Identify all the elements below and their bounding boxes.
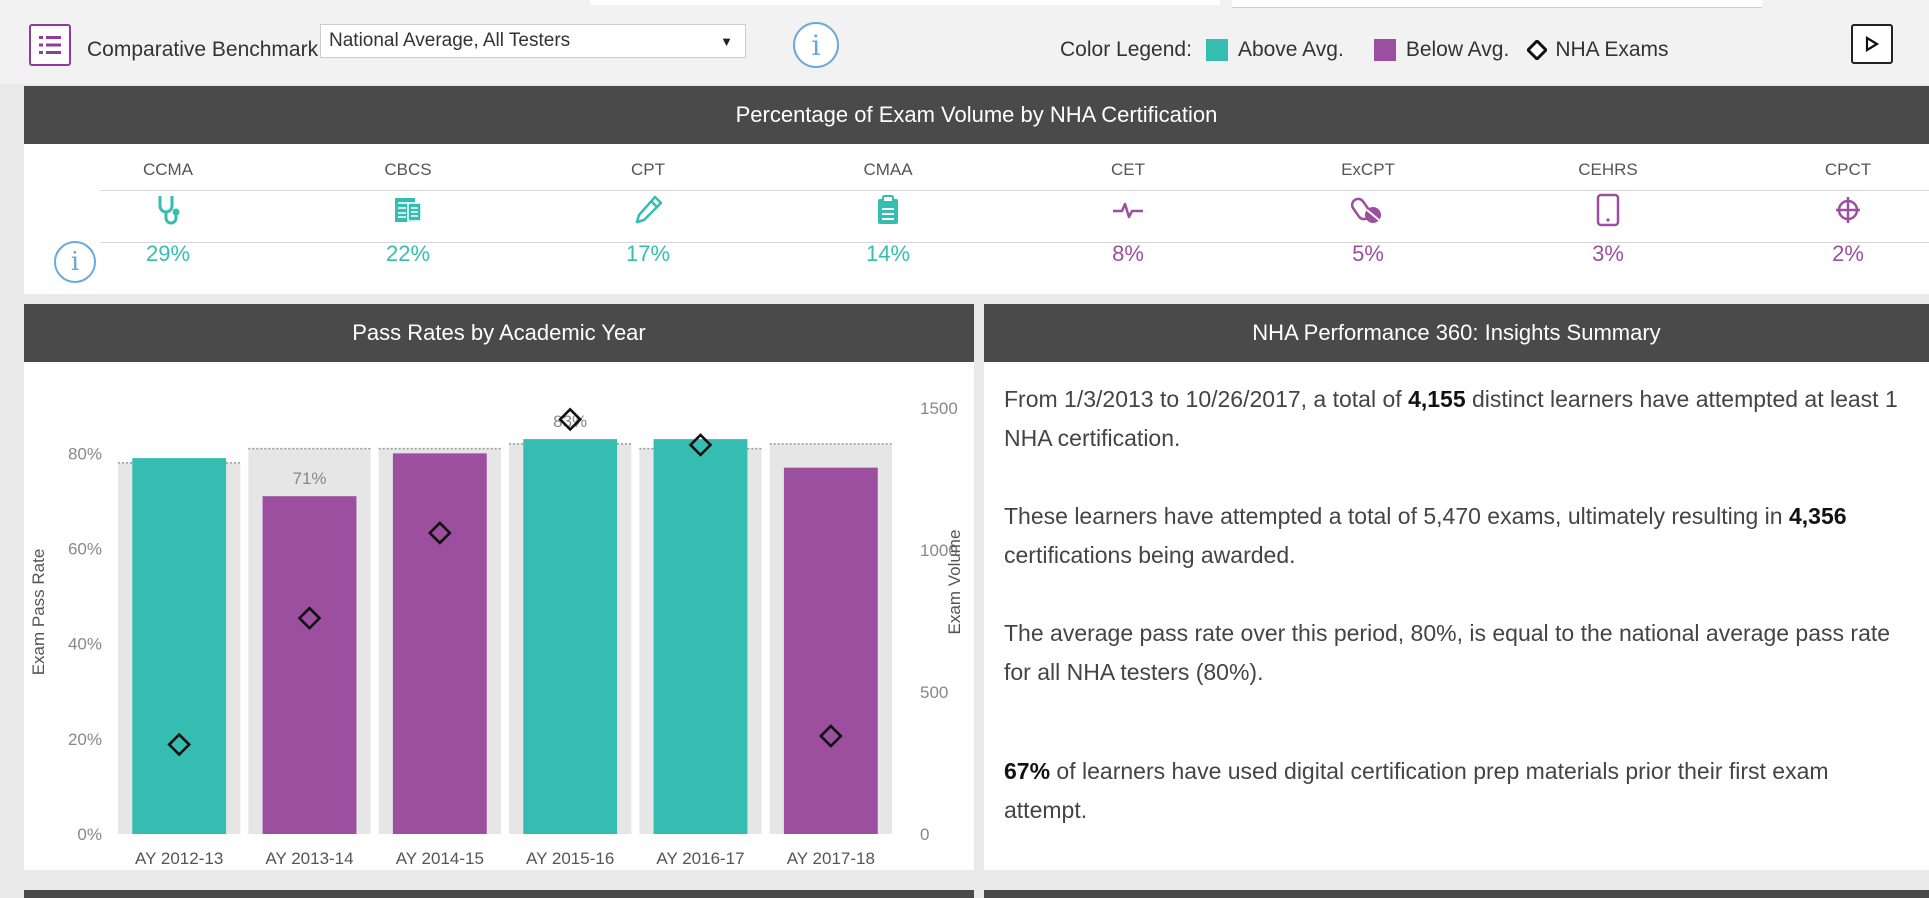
pass-rate-chart: AY 2012-1371%AY 2013-14 AY 2014-1583%AY 2… [29,399,964,868]
legend-swatch-above [1205,39,1228,61]
cert-cmaa[interactable]: CMAA 14% [788,156,988,272]
color-legend: Color Legend: Above Avg. Below Avg. NHA … [1060,38,1669,62]
cert-cpct[interactable]: CPCT 2% [1748,156,1929,272]
diamond-icon [1527,40,1548,60]
heartbeat-icon [1028,184,1228,236]
caret-down-icon: ▼ [720,33,733,49]
tablet-icon [1508,184,1708,236]
cert-name: CET [1111,160,1145,179]
cert-name: CCMA [142,160,194,179]
top-strip-right [1232,0,1762,8]
insight-pass-rate: The average pass rate over this period, … [1004,620,1891,685]
cert-name: ExCPT [1341,160,1395,179]
pass-rate-bar [783,467,878,834]
list-menu-icon [39,36,61,54]
play-button[interactable] [1851,24,1893,64]
y-tick-label: 0% [77,825,102,844]
cert-cehrs[interactable]: CEHRS 3% [1508,156,1708,272]
x-tick-label: AY 2016-17 [656,849,744,868]
benchmark-selected-value: National Average, All Testers [329,30,571,51]
pass-panel: AY 2012-13 71% AY 2013-14 AY 2014-15 83% AY 2… [24,362,974,870]
billing-document-icon [308,184,508,236]
info-icon[interactable]: i [793,22,839,68]
legend-label: Color Legend: [1060,38,1192,61]
cert-percentage: 2% [1832,241,1864,266]
top-strip [590,0,1220,5]
cert-name: CBCS [384,160,432,179]
next-panel-header-right [984,890,1929,898]
legend-exams-label: NHA Exams [1555,38,1669,61]
pass-rate-bar [392,453,487,834]
insights-panel-header: NHA Performance 360: Insights Summary [984,304,1929,362]
benchmark-label: Comparative Benchmark: [87,38,324,61]
pills-icon [1268,184,1468,236]
ekg-leads-icon [1748,184,1929,236]
cert-name: CMAA [863,160,913,179]
menu-button[interactable] [29,24,71,66]
cert-name: CPT [631,160,665,179]
insights-panel: From 1/3/2013 to 10/26/2017, a total of … [984,362,1929,870]
legend-above-label: Above Avg. [1237,38,1344,61]
pass-rate-bar [132,458,227,834]
bar-data-label: 71% [292,469,326,488]
cert-list: CCMA 29% CBCS 22% CPT 17% CMAA 14% CET 8% ExCPT 5% C… [24,144,1929,294]
y-tick-label: 40% [68,635,102,654]
cert-cbcs[interactable]: CBCS 22% [308,156,508,272]
pass-panel-header: Pass Rates by Academic Year [24,304,974,362]
cert-ccma[interactable]: CCMA 29% [68,156,268,272]
x-tick-label: AY 2015-16 [526,849,614,868]
insights-text: From 1/3/2013 to 10/26/2017, a total of … [1004,380,1909,869]
legend-below-label: Below Avg. [1405,38,1510,61]
cert-percentage: 29% [145,241,191,266]
volume-panel-header: Percentage of Exam Volume by NHA Certifi… [24,86,1929,144]
y2-tick-label: 500 [920,683,948,702]
y-tick-label: 20% [68,730,102,749]
next-panel-header-left [24,890,974,898]
y2-axis-label: Exam Volume [945,530,964,635]
benchmark-dropdown[interactable]: National Average, All Testers ▼ [320,24,746,58]
pass-panel-title: Pass Rates by Academic Year [352,320,646,345]
stethoscope-icon [68,184,268,236]
pass-rate-bar [653,439,748,834]
clipboard-icon [788,184,988,236]
cert-percentage: 22% [385,241,431,266]
cert-percentage: 3% [1592,241,1624,266]
x-tick-label: AY 2013-14 [265,849,353,868]
pass-rate-bar [262,496,357,834]
insight-exams: These learners have attempted a total of… [1004,503,1847,568]
dashboard: Comparative Benchmark: National Average,… [0,0,1929,898]
y2-tick-label: 0 [920,825,929,844]
x-tick-label: AY 2014-15 [396,849,484,868]
insight-learners: From 1/3/2013 to 10/26/2017, a total of … [1004,386,1898,451]
cert-cpt[interactable]: CPT 17% [548,156,748,272]
volume-panel-title: Percentage of Exam Volume by NHA Certifi… [735,102,1218,127]
cert-excpt[interactable]: ExCPT 5% [1268,156,1468,272]
y2-tick-label: 1500 [920,399,958,418]
y-axis-label: Exam Pass Rate [29,549,48,676]
cert-percentage: 5% [1352,241,1384,266]
pass-rate-bar [523,439,618,834]
legend-swatch-below [1373,39,1396,61]
insights-panel-title: NHA Performance 360: Insights Summary [1252,320,1661,345]
cert-percentage: 8% [1112,241,1144,266]
cert-name: CEHRS [1578,160,1638,179]
x-tick-label: AY 2017-18 [787,849,875,868]
insight-prep-materials: 67% of learners have used digital certif… [1004,758,1829,823]
cert-percentage: 17% [625,241,671,266]
y-tick-label: 80% [68,444,102,463]
cert-percentage: 14% [865,241,911,266]
cert-cet[interactable]: CET 8% [1028,156,1228,272]
cert-name: CPCT [1824,160,1872,179]
y-tick-label: 60% [68,540,102,559]
play-icon [1865,36,1880,52]
syringe-icon [548,184,748,236]
toolbar: Comparative Benchmark: National Average,… [0,0,1929,84]
x-tick-label: AY 2012-13 [135,849,223,868]
volume-panel: i CCMA 29% CBCS 22% CPT 17% CMAA 14% CET 8% ExCPT 5… [24,144,1929,294]
